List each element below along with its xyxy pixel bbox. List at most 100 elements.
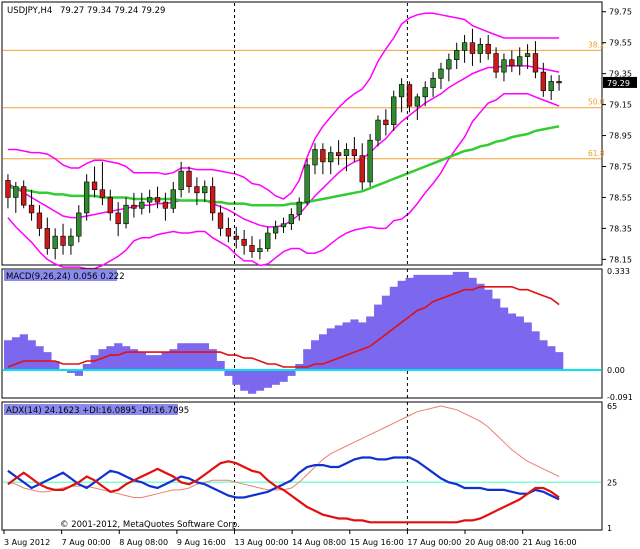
macd-bar bbox=[429, 274, 438, 370]
macd-bar bbox=[405, 277, 414, 370]
time-label: 15 Aug 16:00 bbox=[350, 538, 404, 547]
macd-bar bbox=[342, 322, 351, 370]
candle-body bbox=[375, 119, 381, 141]
candle-body bbox=[501, 59, 507, 73]
macd-bar bbox=[500, 307, 509, 370]
time-label: 21 Aug 16:00 bbox=[523, 538, 577, 547]
candle-body bbox=[84, 181, 90, 214]
macd-bar bbox=[192, 343, 202, 370]
candle-body bbox=[540, 71, 546, 91]
time-label: 13 Aug 00:00 bbox=[235, 538, 289, 547]
candle-body bbox=[241, 238, 247, 246]
adx-tick-label: 1 bbox=[607, 524, 612, 533]
fibo-label: 50.0 bbox=[588, 98, 605, 107]
candle-body bbox=[13, 186, 19, 198]
candle-body bbox=[383, 119, 389, 126]
candle-body bbox=[469, 42, 476, 54]
candle-body bbox=[139, 201, 145, 209]
macd-bar bbox=[468, 277, 477, 370]
macd-tick-label: -0.091 bbox=[607, 393, 633, 402]
candle-body bbox=[60, 235, 66, 246]
candle-body bbox=[312, 149, 318, 166]
candle-body bbox=[335, 152, 342, 156]
macd-bar bbox=[484, 289, 493, 370]
macd-bar bbox=[413, 274, 422, 370]
candle-body bbox=[162, 201, 169, 209]
candle-body bbox=[477, 43, 483, 54]
fibo-label: 61.8 bbox=[588, 149, 605, 158]
candle-body bbox=[509, 59, 515, 67]
macd-tick-label: 0.333 bbox=[607, 267, 630, 276]
macd-bar bbox=[200, 343, 210, 370]
candle-body bbox=[107, 197, 113, 214]
macd-bar bbox=[27, 340, 36, 370]
candle-body bbox=[304, 164, 310, 203]
candle bbox=[367, 134, 373, 187]
candle-body bbox=[36, 212, 43, 229]
macd-bar bbox=[555, 352, 564, 370]
macd-bar bbox=[515, 316, 524, 370]
macd-bar bbox=[90, 355, 99, 370]
header-ohlc: 79.27 79.34 79.24 79.29 bbox=[60, 6, 165, 16]
macd-bar bbox=[145, 355, 154, 370]
candle-body bbox=[257, 248, 263, 252]
macd-bar bbox=[263, 369, 272, 388]
macd-bar bbox=[248, 369, 257, 394]
price-tick-label: 78.35 bbox=[609, 224, 632, 233]
candle-body bbox=[517, 56, 523, 67]
adx-label: ADX(14) 24.1623 +DI:16.0895 -DI:16.7095 bbox=[6, 406, 189, 416]
adx-tick-label: 65 bbox=[607, 402, 617, 411]
candle-body bbox=[154, 197, 161, 203]
candle-body bbox=[280, 223, 287, 228]
candle-body bbox=[556, 81, 562, 84]
macd-bar bbox=[476, 283, 485, 370]
macd-bar bbox=[19, 334, 28, 370]
candle-body bbox=[265, 232, 271, 249]
candle-body bbox=[446, 59, 452, 70]
candle-body bbox=[414, 96, 421, 107]
candle-body bbox=[217, 212, 224, 229]
candle-body bbox=[131, 204, 137, 209]
candle-body bbox=[288, 214, 295, 225]
current-price-badge: 79.29 bbox=[603, 76, 637, 88]
candle-body bbox=[170, 189, 176, 209]
time-label: 7 Aug 00:00 bbox=[62, 538, 111, 547]
macd-bar bbox=[240, 369, 249, 391]
candle-body bbox=[296, 201, 302, 215]
candle-body bbox=[209, 186, 216, 214]
macd-bar bbox=[350, 319, 359, 370]
candle-body bbox=[225, 228, 232, 237]
candle-body bbox=[359, 155, 365, 183]
macd-bar bbox=[334, 325, 343, 370]
macd-bar bbox=[437, 274, 446, 370]
candle-body bbox=[430, 77, 436, 88]
macd-bar bbox=[114, 343, 123, 370]
header-symbol: USDJPY,H4 bbox=[7, 6, 52, 16]
macd-label: MACD(9,26,24) 0.056 0.222 bbox=[6, 272, 125, 282]
macd-bar bbox=[35, 346, 44, 370]
candle-body bbox=[115, 212, 121, 225]
candle-body bbox=[21, 186, 27, 206]
chart-root: 38.250.061.8 79.7579.5579.3579.1578.9578… bbox=[0, 0, 640, 549]
candle-body bbox=[367, 139, 373, 183]
macd-bar bbox=[122, 346, 131, 370]
macd-bar bbox=[547, 346, 556, 370]
candle bbox=[304, 158, 310, 206]
candle-body bbox=[461, 42, 468, 51]
time-label: 17 Aug 00:00 bbox=[407, 538, 461, 547]
current-price-label: 79.29 bbox=[607, 79, 630, 88]
macd-bar bbox=[161, 352, 170, 370]
macd-bar bbox=[216, 361, 225, 370]
candle-body bbox=[5, 180, 11, 198]
macd-bar bbox=[232, 369, 241, 385]
candle-body bbox=[320, 149, 326, 163]
macd-bar bbox=[358, 322, 367, 370]
macd-bar bbox=[271, 369, 280, 385]
candle-body bbox=[194, 186, 200, 194]
candle-body bbox=[76, 212, 82, 237]
price-tick-label: 79.75 bbox=[609, 8, 632, 17]
candle-body bbox=[454, 50, 460, 61]
macd-bar bbox=[153, 355, 162, 370]
time-label: 3 Aug 2012 bbox=[4, 538, 50, 547]
macd-bar bbox=[185, 343, 194, 370]
